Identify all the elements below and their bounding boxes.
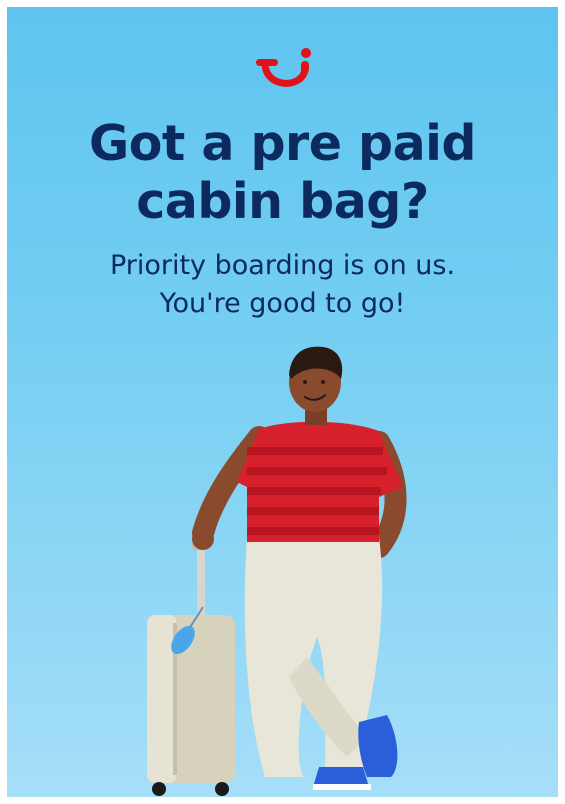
subheadline-line-2: You're good to go! [159, 288, 406, 319]
subheadline-line-1: Priority boarding is on us. [109, 250, 456, 281]
traveller-with-suitcase-illustration [147, 346, 407, 796]
headline-line-2: cabin bag? [136, 173, 429, 230]
headline: Got a pre paid cabin bag? [7, 115, 558, 231]
subheadline: Priority boarding is on us. You're good … [7, 247, 558, 323]
tui-logo-icon [256, 48, 311, 87]
promo-poster: Got a pre paid cabin bag? Priority board… [7, 7, 558, 797]
headline-line-1: Got a pre paid [88, 115, 477, 172]
suitcase-icon [147, 542, 235, 796]
